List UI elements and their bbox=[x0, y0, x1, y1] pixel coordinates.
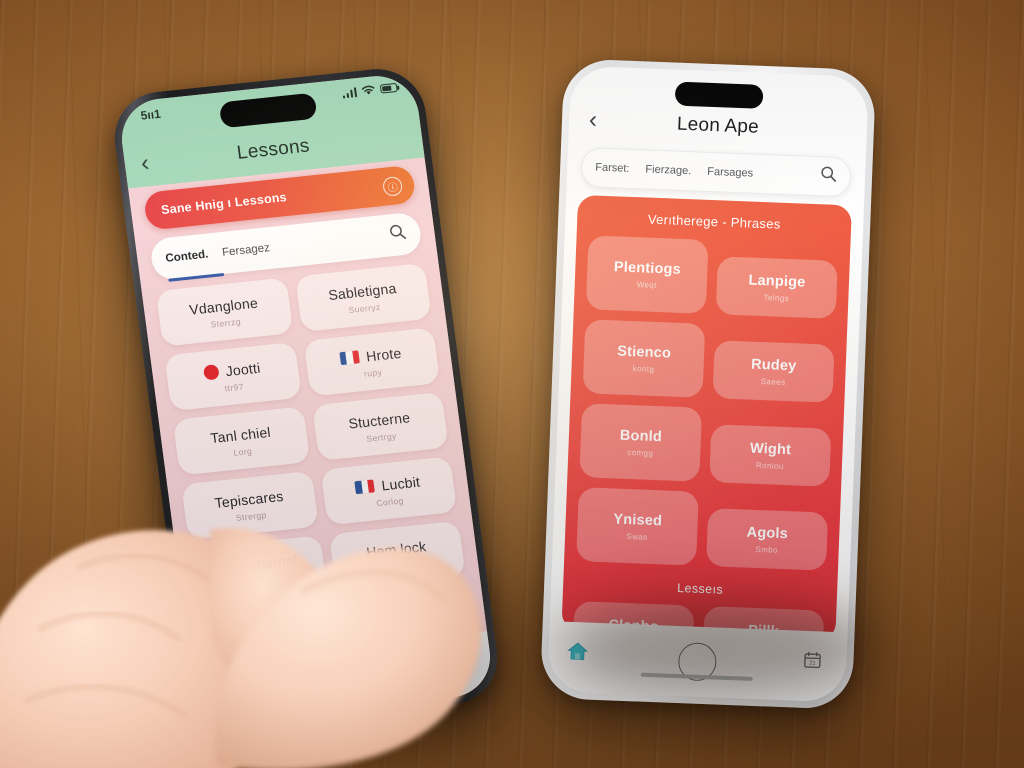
lesson-card-title: Kive imarnal bbox=[216, 551, 298, 576]
phrase-card-subtitle: Telngs bbox=[763, 292, 790, 303]
phrase-card-title: Stienco bbox=[617, 343, 672, 362]
lesson-card-title: Jootti bbox=[224, 359, 262, 379]
flag-france-icon bbox=[354, 479, 376, 495]
lesson-card-subtitle: Sterrzg bbox=[210, 315, 242, 330]
sub-section-title: Lesseıs bbox=[676, 580, 724, 597]
phrase-card[interactable]: Agols Smbo bbox=[706, 508, 829, 571]
phrase-card[interactable]: Bonld comgg bbox=[579, 403, 703, 482]
right-search-tabs-bar[interactable]: Farset: Fierzage. Farsages bbox=[580, 146, 852, 198]
lesson-card-title: Hrote bbox=[365, 344, 403, 364]
phrase-card-title: Agols bbox=[746, 524, 789, 542]
phrase-card[interactable]: Lanpige Telngs bbox=[715, 256, 838, 319]
lesson-card-subtitle: ttr97 bbox=[224, 381, 245, 393]
lesson-card[interactable]: Hrote rupy bbox=[303, 327, 441, 397]
lesson-card-subtitle: tohFay bbox=[383, 559, 414, 573]
section-title: Verıtherege - Phrases bbox=[647, 211, 781, 232]
search-icon[interactable] bbox=[820, 165, 838, 188]
right-nav-bar: ‹ Leon Ape bbox=[568, 65, 869, 151]
right-phrase-card-grid: Plentiogs Weqt Lanpige Telngs Stienco ko… bbox=[572, 235, 838, 642]
phrase-card-title: Wight bbox=[749, 440, 792, 458]
lesson-card-subtitle: rupy bbox=[363, 366, 383, 379]
page-title: Leon Ape bbox=[676, 113, 760, 138]
promo-banner-text: Sane Hnig ı Lessons bbox=[160, 190, 288, 218]
phrase-card[interactable]: Wight Roniou bbox=[709, 424, 832, 487]
lesson-card-subtitle: Suerryz bbox=[347, 301, 382, 315]
lesson-card-subtitle: Strergp bbox=[235, 509, 268, 523]
phrase-card[interactable]: Stienco kontg bbox=[582, 319, 706, 398]
phrase-card-subtitle: Saees bbox=[760, 376, 786, 387]
phrase-card-subtitle: kontg bbox=[632, 363, 655, 374]
tab-farsages[interactable]: Farsages bbox=[707, 166, 753, 180]
right-phrase-panel: Verıtherege - Phrases Plentiogs Weqt Lan… bbox=[561, 194, 852, 642]
red-dot-icon bbox=[202, 364, 220, 381]
lesson-card[interactable]: Kive imarnal SeRov bbox=[189, 535, 327, 605]
search-icon[interactable] bbox=[388, 223, 408, 247]
lesson-card[interactable]: Sabletigna Suerryz bbox=[294, 262, 432, 333]
tab-fersagez[interactable]: Fersagez bbox=[221, 242, 270, 259]
phrase-card-subtitle: Smbo bbox=[755, 544, 779, 555]
tab-farset[interactable]: Farset: bbox=[595, 162, 630, 175]
info-circle-icon[interactable]: ⓘ bbox=[381, 175, 404, 197]
lesson-card[interactable]: Hem lock tohFay bbox=[328, 520, 466, 590]
status-time: 5ıı1 bbox=[139, 106, 162, 123]
phrase-card-title: Ynised bbox=[613, 510, 663, 529]
tab-fierzage[interactable]: Fierzage. bbox=[645, 163, 691, 177]
lesson-card[interactable]: Tepiscares Strergp bbox=[181, 470, 319, 541]
lesson-card-title: Vdanglone bbox=[188, 294, 259, 318]
lesson-card-subtitle: Lorg bbox=[232, 445, 253, 458]
lesson-card-title: Lucbit bbox=[380, 473, 421, 493]
lesson-card[interactable]: Stucterne Sertrgy bbox=[311, 391, 449, 461]
lesson-card-title: Tanl chiel bbox=[209, 423, 272, 446]
battery-icon bbox=[379, 82, 398, 94]
phrase-card-title: Lanpige bbox=[748, 271, 806, 291]
lesson-card-subtitle: Corlog bbox=[375, 494, 405, 508]
phrase-card-title: Bonld bbox=[619, 427, 663, 445]
right-phone-notch bbox=[674, 81, 764, 109]
lesson-card[interactable]: Lucbit Corlog bbox=[320, 456, 458, 526]
chevron-left-icon[interactable]: ‹ bbox=[589, 106, 598, 133]
signal-bars-icon bbox=[341, 86, 358, 99]
phrase-card[interactable]: Rudey Saees bbox=[712, 340, 835, 403]
lesson-card[interactable]: Tanl chiel Lorg bbox=[172, 406, 310, 476]
phrase-card-subtitle: Weqt bbox=[636, 279, 657, 290]
lesson-card-title: Tepiscares bbox=[213, 487, 285, 511]
lesson-card-title: Enly Uste bbox=[372, 602, 437, 625]
phrase-card[interactable]: Plentiogs Weqt bbox=[585, 235, 709, 314]
phrase-card[interactable]: Ynised Swas bbox=[576, 487, 699, 566]
tab-conted[interactable]: Conted. bbox=[165, 249, 209, 265]
right-phone-shadow bbox=[556, 600, 876, 696]
phrase-card-subtitle: Swas bbox=[626, 531, 648, 542]
left-phone-shadow bbox=[150, 620, 480, 710]
lesson-card-title: Hem lock bbox=[365, 537, 428, 560]
phrase-card-title: Rudey bbox=[750, 356, 797, 374]
phrase-card-subtitle: comgg bbox=[627, 447, 654, 458]
wifi-icon bbox=[361, 85, 375, 95]
left-lesson-card-grid: Vdanglone Sterrzg Sabletigna Suerryz Joo… bbox=[155, 262, 475, 669]
phrase-card-title: Plentiogs bbox=[613, 258, 682, 278]
phrase-card-subtitle: Roniou bbox=[755, 460, 784, 471]
lesson-card-subtitle: SeRov bbox=[245, 573, 274, 587]
lesson-card-title: Sabletigna bbox=[327, 279, 398, 303]
lesson-card-subtitle: Sertrgy bbox=[365, 430, 398, 444]
lesson-card[interactable]: Vdanglone Sterrzg bbox=[155, 277, 293, 347]
lesson-card-title: Stucterne bbox=[347, 408, 411, 432]
scene-wooden-background: 5ıı1 ‹ Lessons Sane Hnig ı Lessons ⓘ Con… bbox=[0, 0, 1024, 768]
flag-france-icon bbox=[339, 350, 361, 366]
lesson-card[interactable]: Jootti ttr97 bbox=[164, 341, 302, 412]
chevron-left-icon[interactable]: ‹ bbox=[139, 149, 150, 177]
